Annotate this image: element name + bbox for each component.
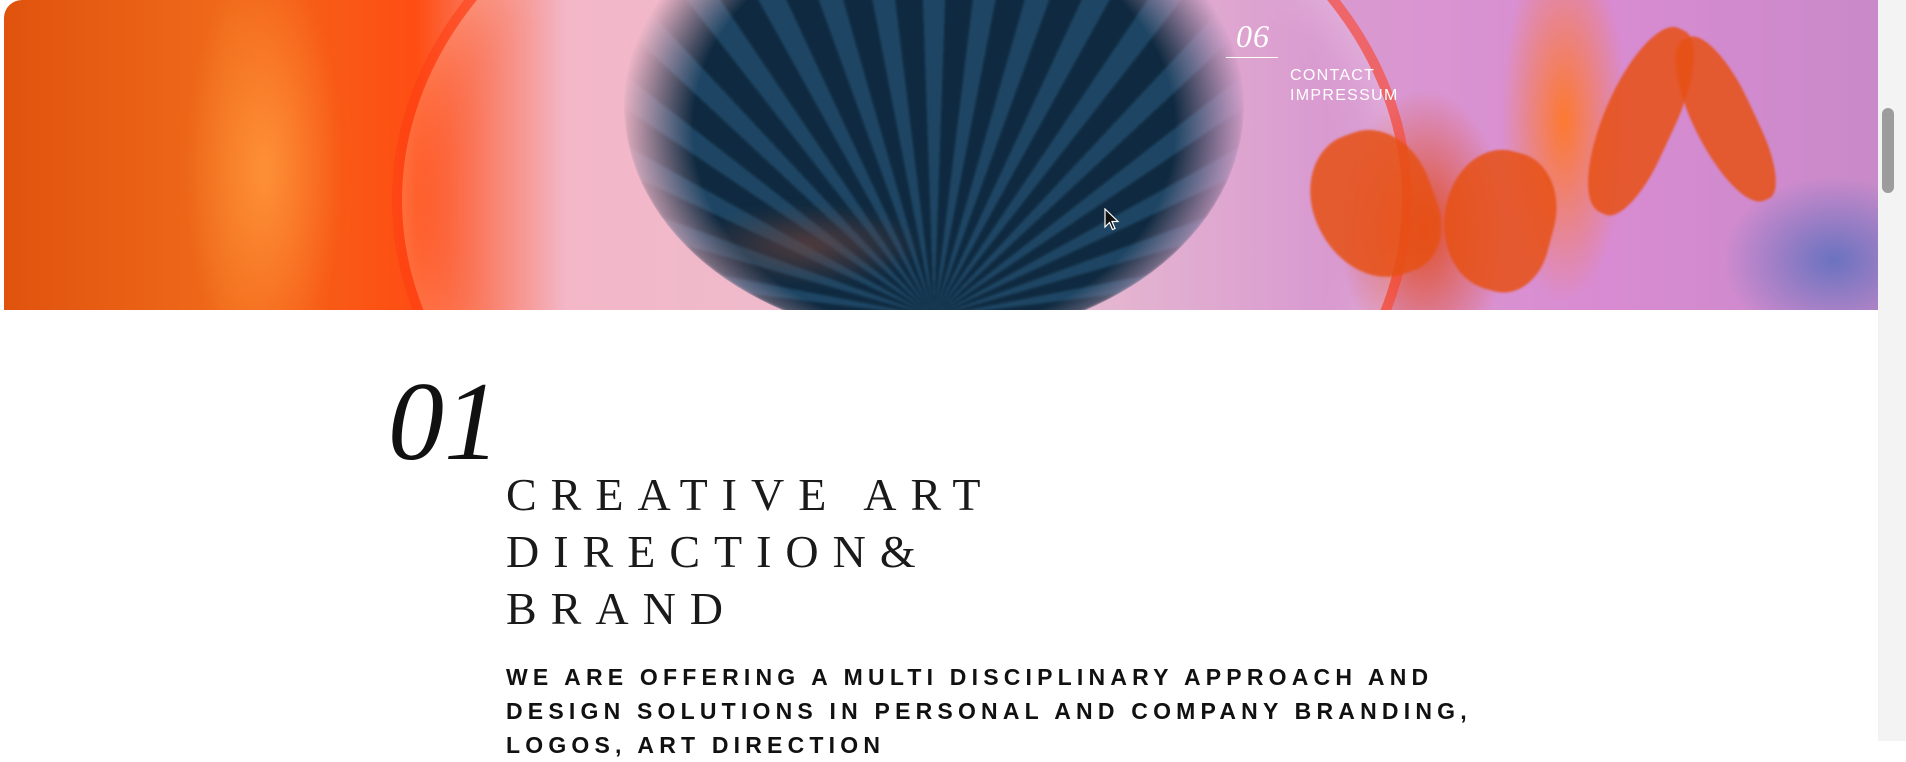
nav-section-number: 06 xyxy=(1236,18,1270,54)
section-title: CREATIVE ART DIRECTION& BRAND xyxy=(506,466,1206,637)
section-lead-text: WE ARE OFFERING A MULTI DISCIPLINARY APP… xyxy=(506,664,1472,758)
section-title-line: CREATIVE ART xyxy=(506,469,995,520)
section-number: 01 xyxy=(388,360,500,484)
hero-image: 06 CONTACT IMPRESSUM xyxy=(4,0,1878,310)
section-title-line: BRAND xyxy=(506,583,738,634)
nav-divider xyxy=(1226,57,1278,58)
page-scrollbar-thumb[interactable] xyxy=(1882,108,1894,193)
nav-link-contact[interactable]: CONTACT xyxy=(1290,66,1399,86)
hero-flame-shape xyxy=(184,0,344,310)
nav-link-impressum[interactable]: IMPRESSUM xyxy=(1290,86,1399,106)
hero-face-shape xyxy=(694,205,924,285)
hero-leaf-shape xyxy=(1658,25,1790,215)
hero-leaf-shape xyxy=(1427,138,1571,302)
mouse-cursor-icon xyxy=(1104,208,1120,231)
hero-nav: CONTACT IMPRESSUM xyxy=(1290,66,1399,106)
section-title-line: DIRECTION& xyxy=(506,526,930,577)
